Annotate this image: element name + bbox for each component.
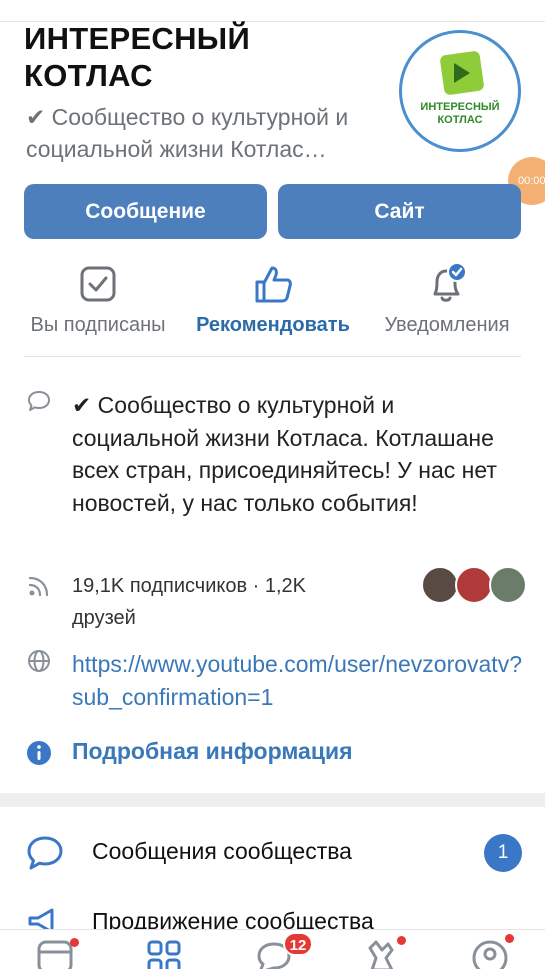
profile-tab[interactable]: [470, 936, 510, 969]
community-avatar[interactable]: ИНТЕРЕСНЫЙ КОТЛАС: [399, 30, 521, 152]
community-status[interactable]: ✔ Сообщество о культурной и социальной ж…: [26, 101, 386, 165]
clips-tab[interactable]: [362, 936, 402, 969]
community-messages-item[interactable]: Сообщения сообщества: [92, 838, 352, 865]
friend-avatar: [455, 566, 493, 604]
divider: [24, 356, 521, 357]
friend-avatar: [421, 566, 459, 604]
friend-avatar: [489, 566, 527, 604]
news-dot: [70, 938, 79, 947]
chat-bubble-icon: [26, 835, 64, 876]
clips-dot: [397, 936, 406, 945]
avatar-logo-text: ИНТЕРЕСНЫЙ КОТЛАС: [420, 101, 500, 126]
rss-icon: [26, 573, 52, 604]
info-icon: [26, 740, 52, 771]
play-icon: [454, 63, 470, 83]
check-square-icon: [12, 262, 184, 306]
globe-icon: [26, 648, 52, 679]
community-title: ИНТЕРЕСНЫЙ КОТЛАС: [24, 21, 251, 93]
bell-icon: [361, 262, 533, 306]
friends-avatars[interactable]: [421, 566, 531, 604]
thumbs-up-icon: [187, 262, 359, 306]
community-description: ✔ Сообщество о культурной и социальной ж…: [72, 392, 497, 516]
messages-badge: 1: [484, 834, 522, 872]
site-button[interactable]: Сайт: [278, 184, 521, 239]
services-tab[interactable]: [145, 936, 185, 969]
recommend-label: Рекомендовать: [196, 314, 350, 336]
top-edge: [0, 0, 545, 22]
recommend-action[interactable]: Рекомендовать: [187, 262, 359, 337]
notifications-label: Уведомления: [384, 314, 510, 336]
notifications-action[interactable]: Уведомления: [361, 262, 533, 337]
section-separator: [0, 793, 545, 807]
subscribed-label: Вы подписаны: [30, 314, 166, 336]
website-link[interactable]: https://www.youtube.com/user/nevzorovatv…: [72, 648, 532, 713]
speech-bubble-icon: [26, 389, 52, 420]
message-button[interactable]: Сообщение: [24, 184, 267, 239]
followers-count[interactable]: 19,1K подписчиков · 1,2K друзей: [72, 570, 372, 634]
bottom-tab-bar: [0, 929, 545, 969]
more-info-link[interactable]: Подробная информация: [72, 738, 353, 765]
subscribed-action[interactable]: Вы подписаны: [12, 262, 184, 337]
messenger-count-badge: 12: [283, 932, 313, 956]
profile-dot: [505, 934, 514, 943]
